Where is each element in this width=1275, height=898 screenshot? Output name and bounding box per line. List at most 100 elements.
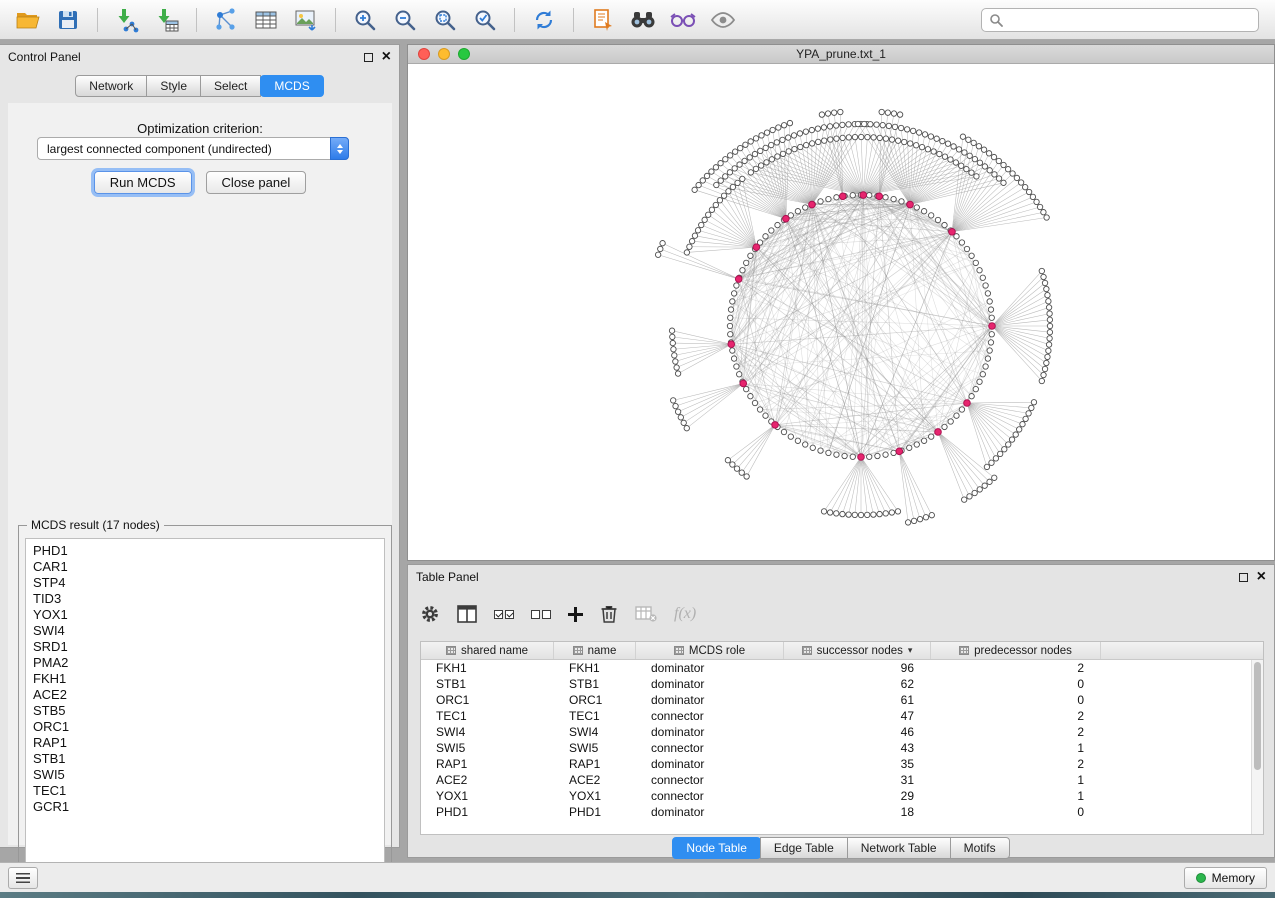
- hide-glasses-icon[interactable]: [665, 5, 701, 35]
- table-grid-icon: [446, 646, 456, 655]
- new-network-icon[interactable]: [208, 5, 244, 35]
- settings-gear-icon[interactable]: [420, 604, 440, 624]
- float-panel-icon[interactable]: [364, 53, 373, 62]
- result-node[interactable]: SWI5: [33, 767, 384, 783]
- network-canvas[interactable]: [408, 64, 1274, 560]
- table-cell: FKH1: [554, 661, 636, 675]
- table-row[interactable]: STB1STB1dominator620: [421, 676, 1251, 692]
- result-node[interactable]: SWI4: [33, 623, 384, 639]
- criterion-dropdown[interactable]: largest connected component (undirected): [37, 137, 349, 160]
- result-node[interactable]: PHD1: [33, 543, 384, 559]
- search-box[interactable]: [981, 8, 1259, 32]
- table-row[interactable]: RAP1RAP1dominator352: [421, 756, 1251, 772]
- network-titlebar[interactable]: YPA_prune.txt_1: [408, 45, 1274, 64]
- open-file-icon[interactable]: [10, 5, 46, 35]
- zoom-in-icon[interactable]: [347, 5, 383, 35]
- run-mcds-button[interactable]: Run MCDS: [94, 171, 192, 194]
- tab-motifs[interactable]: Motifs: [950, 837, 1010, 859]
- memory-button[interactable]: Memory: [1184, 867, 1267, 889]
- table-cell: STB1: [554, 677, 636, 691]
- import-network-icon[interactable]: [109, 5, 145, 35]
- close-panel-icon[interactable]: ×: [382, 52, 391, 62]
- memory-status-icon: [1196, 873, 1206, 883]
- tab-network[interactable]: Network: [75, 75, 147, 97]
- show-columns-icon[interactable]: [457, 605, 477, 623]
- scrollbar-thumb[interactable]: [1254, 662, 1261, 770]
- table-row[interactable]: FKH1FKH1dominator962: [421, 660, 1251, 676]
- table-grid-icon: [674, 646, 684, 655]
- mcds-result-list: PHD1CAR1STP4TID3YOX1SWI4SRD1PMA2FKH1ACE2…: [25, 538, 385, 888]
- tab-mcds[interactable]: MCDS: [260, 75, 323, 97]
- criterion-value: largest connected component (undirected): [47, 142, 272, 156]
- column-header-shared-name[interactable]: shared name: [421, 642, 554, 659]
- import-table-icon[interactable]: [149, 5, 185, 35]
- float-panel-icon[interactable]: [1239, 573, 1248, 582]
- clipboard-document-icon[interactable]: [585, 5, 621, 35]
- zoom-fit-icon[interactable]: [427, 5, 463, 35]
- import-table-disabled-icon: [635, 605, 657, 623]
- table-row[interactable]: PHD1PHD1dominator180: [421, 804, 1251, 820]
- table-row[interactable]: TEC1TEC1connector472: [421, 708, 1251, 724]
- table-grid-icon: [573, 646, 583, 655]
- result-node[interactable]: ACE2: [33, 687, 384, 703]
- tab-select[interactable]: Select: [200, 75, 261, 97]
- close-panel-button[interactable]: Close panel: [206, 171, 307, 194]
- table-row[interactable]: SWI4SWI4dominator462: [421, 724, 1251, 740]
- table-cell: 0: [931, 693, 1101, 707]
- menu-icon: [16, 873, 30, 883]
- toolbar-separator: [196, 8, 197, 32]
- table-cell: 29: [784, 789, 931, 803]
- search-icon: [989, 13, 1003, 27]
- table-row[interactable]: ORC1ORC1dominator610: [421, 692, 1251, 708]
- select-all-icon[interactable]: [494, 610, 514, 619]
- tab-node-table[interactable]: Node Table: [672, 837, 761, 859]
- column-header-predecessor-nodes[interactable]: predecessor nodes: [931, 642, 1101, 659]
- tab-style[interactable]: Style: [146, 75, 201, 97]
- show-eye-icon[interactable]: [705, 5, 741, 35]
- zoom-selected-icon[interactable]: [467, 5, 503, 35]
- result-node[interactable]: YOX1: [33, 607, 384, 623]
- result-node[interactable]: FKH1: [33, 671, 384, 687]
- save-session-icon[interactable]: [50, 5, 86, 35]
- table-row[interactable]: SWI5SWI5connector431: [421, 740, 1251, 756]
- table-cell: TEC1: [554, 709, 636, 723]
- network-table-icon[interactable]: [248, 5, 284, 35]
- result-node[interactable]: STB1: [33, 751, 384, 767]
- table-cell: STB1: [421, 677, 554, 691]
- binoculars-find-icon[interactable]: [625, 5, 661, 35]
- add-row-icon[interactable]: [568, 607, 583, 622]
- result-node[interactable]: TID3: [33, 591, 384, 607]
- network-window: YPA_prune.txt_1: [407, 44, 1275, 561]
- tab-network-table[interactable]: Network Table: [847, 837, 951, 859]
- table-scrollbar[interactable]: [1251, 660, 1263, 834]
- result-node[interactable]: PMA2: [33, 655, 384, 671]
- column-header-MCDS-role[interactable]: MCDS role: [636, 642, 784, 659]
- column-header-successor-nodes[interactable]: successor nodes▾: [784, 642, 931, 659]
- table-grid-icon: [802, 646, 812, 655]
- close-panel-icon[interactable]: ×: [1257, 572, 1266, 582]
- search-input[interactable]: [1009, 13, 1251, 27]
- table-panel-title: Table Panel: [416, 570, 479, 584]
- refresh-layout-icon[interactable]: [526, 5, 562, 35]
- result-node[interactable]: GCR1: [33, 799, 384, 815]
- result-node[interactable]: ORC1: [33, 719, 384, 735]
- node-table: shared namenameMCDS rolesuccessor nodes▾…: [420, 641, 1264, 835]
- result-node[interactable]: RAP1: [33, 735, 384, 751]
- tab-edge-table[interactable]: Edge Table: [760, 837, 848, 859]
- result-node[interactable]: STP4: [33, 575, 384, 591]
- result-node[interactable]: CAR1: [33, 559, 384, 575]
- result-node[interactable]: STB5: [33, 703, 384, 719]
- delete-row-icon[interactable]: [600, 604, 618, 624]
- status-menu-button[interactable]: [8, 867, 38, 889]
- deselect-all-icon[interactable]: [531, 610, 551, 619]
- result-node[interactable]: TEC1: [33, 783, 384, 799]
- toolbar-separator: [573, 8, 574, 32]
- table-row[interactable]: YOX1YOX1connector291: [421, 788, 1251, 804]
- zoom-out-icon[interactable]: [387, 5, 423, 35]
- chevron-down-icon: ▾: [908, 646, 913, 656]
- export-image-icon[interactable]: [288, 5, 324, 35]
- result-node[interactable]: SRD1: [33, 639, 384, 655]
- column-header-name[interactable]: name: [554, 642, 636, 659]
- table-row[interactable]: ACE2ACE2connector311: [421, 772, 1251, 788]
- mcds-result-title: MCDS result (17 nodes): [27, 518, 164, 532]
